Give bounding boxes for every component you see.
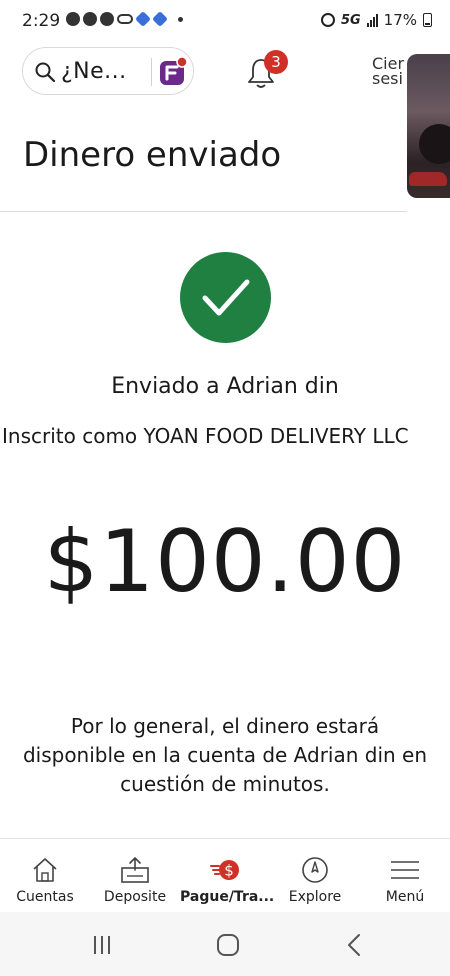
notifications-button[interactable]: 3 bbox=[242, 50, 292, 92]
nav-label: Explore bbox=[288, 889, 342, 905]
nav-item-menu[interactable]: Menú bbox=[360, 839, 450, 913]
network-type: 5G bbox=[340, 12, 361, 28]
messenger-icon bbox=[83, 12, 97, 26]
search-icon bbox=[35, 62, 56, 83]
success-check-icon bbox=[180, 252, 271, 343]
video-car bbox=[409, 172, 447, 186]
messenger-icon bbox=[100, 12, 114, 26]
notification-badge: 3 bbox=[264, 50, 288, 74]
page-title: Dinero enviado bbox=[23, 135, 282, 175]
app-icon bbox=[135, 11, 151, 27]
logout-label-line2: sesi bbox=[372, 69, 403, 87]
house-icon bbox=[33, 858, 57, 882]
amount-sent: $100.00 bbox=[43, 512, 407, 612]
status-time: 2:29 bbox=[22, 11, 61, 31]
battery-percent: 17% bbox=[383, 11, 417, 29]
enrolled-as-text: Inscrito como YOAN FOOD DELIVERY LLC bbox=[2, 424, 409, 448]
availability-info: Por lo general, el dinero estará disponi… bbox=[22, 714, 428, 796]
pay-transfer-icon: $ bbox=[210, 860, 239, 880]
app-icon bbox=[152, 11, 168, 27]
nav-item-deposite[interactable]: Deposite bbox=[90, 839, 180, 913]
floating-video-thumbnail[interactable] bbox=[407, 54, 450, 198]
deposit-icon bbox=[121, 857, 149, 883]
logout-link[interactable]: Cier sesi bbox=[372, 56, 412, 86]
link-icon bbox=[117, 14, 133, 24]
nav-label: Cuentas bbox=[16, 889, 74, 905]
signal-icon bbox=[366, 13, 378, 27]
nav-label: Pague/Tra... bbox=[180, 889, 275, 905]
search-input[interactable]: ¿Ne... bbox=[61, 59, 127, 84]
nav-label: Deposite bbox=[103, 889, 167, 905]
nav-item-explore[interactable]: Explore bbox=[270, 839, 360, 913]
notification-icons bbox=[66, 11, 183, 27]
divider bbox=[151, 58, 152, 86]
nav-label: Menú bbox=[385, 889, 425, 905]
system-navigation-bar bbox=[0, 912, 450, 976]
battery-icon bbox=[423, 13, 432, 27]
title-divider bbox=[0, 211, 407, 212]
home-icon[interactable] bbox=[213, 930, 243, 960]
assistant-icon[interactable] bbox=[157, 56, 189, 88]
nav-item-cuentas[interactable]: Cuentas bbox=[0, 839, 90, 913]
compass-icon bbox=[302, 857, 328, 883]
back-icon[interactable] bbox=[340, 930, 370, 960]
status-bar: 2:29 5G 17% bbox=[0, 0, 450, 42]
system-status: 5G 17% bbox=[320, 11, 432, 29]
messenger-icon bbox=[66, 12, 80, 26]
svg-text:$: $ bbox=[224, 862, 234, 880]
bottom-navigation: Cuentas Deposite $ Pague/Tra... Explore bbox=[0, 838, 450, 912]
hamburger-menu-icon bbox=[391, 861, 419, 879]
alarm-icon bbox=[320, 13, 335, 27]
recent-apps-icon[interactable] bbox=[87, 930, 117, 960]
search-bar[interactable]: ¿Ne... bbox=[22, 47, 194, 95]
nav-item-pague-transfiera[interactable]: $ Pague/Tra... bbox=[180, 839, 275, 913]
more-notifications-icon bbox=[178, 16, 183, 22]
recipient-text: Enviado a Adrian din bbox=[111, 374, 339, 399]
video-person bbox=[419, 124, 450, 164]
